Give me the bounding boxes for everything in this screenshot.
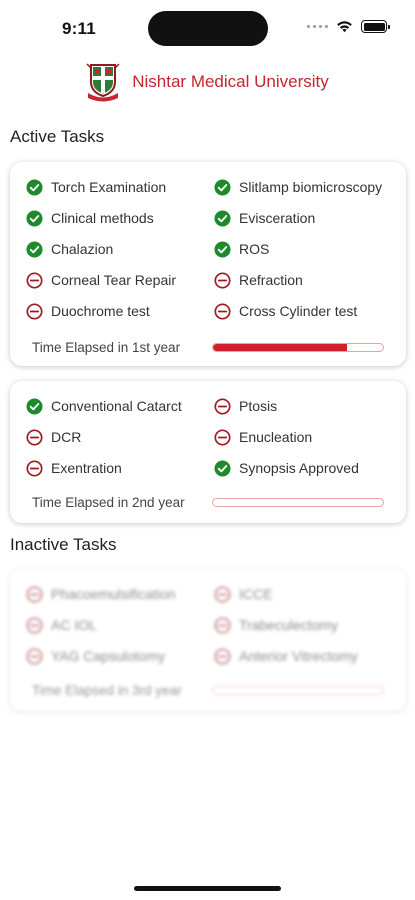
task-card-year-2: Conventional Catarct Ptosis DCR Enucleation… [10, 381, 406, 523]
task-label: Duochrome test [51, 303, 150, 319]
active-tasks-title: Active Tasks [10, 127, 105, 146]
task-label: ROS [239, 241, 270, 257]
task-label: Phacoemulsification [51, 586, 176, 602]
task-item[interactable]: Anterior Vitrectomy [214, 647, 392, 665]
progress-row: Time Elapsed in 1st year [26, 340, 392, 355]
task-item[interactable]: AC IOL [26, 616, 214, 634]
task-label: Enucleation [239, 429, 313, 445]
task-item[interactable]: Ptosis [214, 397, 392, 415]
minus-circle-icon [26, 271, 43, 289]
check-circle-icon [214, 178, 231, 196]
check-circle-icon [26, 209, 43, 227]
task-item[interactable]: Torch Examination [26, 178, 214, 196]
task-item[interactable]: Clinical methods [26, 209, 214, 227]
inactive-tasks-title: Inactive Tasks [10, 535, 117, 554]
task-item[interactable]: Conventional Catarct [26, 397, 214, 415]
status-bar: 9:11 [0, 0, 415, 56]
task-card-year-3: Phacoemulsification ICCE AC IOL Trabeculect… [10, 569, 406, 711]
task-item[interactable]: Corneal Tear Repair [26, 271, 214, 289]
task-label: DCR [51, 429, 82, 445]
minus-circle-icon [214, 302, 231, 320]
task-label: Chalazion [51, 241, 114, 257]
minus-circle-icon [26, 647, 43, 665]
task-item[interactable]: Exentration [26, 459, 214, 477]
task-item[interactable]: DCR [26, 428, 214, 446]
task-label: Clinical methods [51, 210, 154, 226]
minus-circle-icon [26, 585, 43, 603]
app-header: Nishtar Medical University [0, 62, 415, 102]
task-label: Exentration [51, 460, 122, 476]
task-item[interactable]: Duochrome test [26, 302, 214, 320]
task-label: YAG Capsulotomy [51, 648, 166, 664]
progress-bar [212, 686, 384, 695]
dynamic-island [148, 11, 268, 46]
progress-label: Time Elapsed in 2nd year [32, 495, 185, 510]
task-label: Conventional Catarct [51, 398, 182, 414]
minus-circle-icon [214, 271, 231, 289]
check-circle-icon [26, 240, 43, 258]
progress-row: Time Elapsed in 3rd year [26, 683, 392, 698]
task-item[interactable]: Slitlamp biomicroscopy [214, 178, 392, 196]
progress-bar [212, 498, 384, 507]
task-label: Refraction [239, 272, 303, 288]
task-item[interactable]: YAG Capsulotomy [26, 647, 214, 665]
task-label: Ptosis [239, 398, 278, 414]
minus-circle-icon [214, 585, 231, 603]
task-label: Cross Cylinder test [239, 303, 358, 319]
progress-bar-fill [213, 344, 348, 351]
minus-circle-icon [26, 302, 43, 320]
task-label: Anterior Vitrectomy [239, 648, 358, 664]
progress-label: Time Elapsed in 1st year [32, 340, 181, 355]
task-item[interactable]: Evisceration [214, 209, 392, 227]
status-time: 9:11 [62, 19, 96, 38]
task-item[interactable]: Enucleation [214, 428, 392, 446]
task-card-year-1: Torch Examination Slitlamp biomicroscopy C… [10, 162, 406, 366]
task-label: Synopsis Approved [239, 460, 359, 476]
check-circle-icon [214, 240, 231, 258]
task-label: ICCE [239, 586, 273, 602]
check-circle-icon [214, 209, 231, 227]
battery-icon [361, 20, 390, 33]
task-grid: Torch Examination Slitlamp biomicroscopy C… [26, 178, 392, 320]
minus-circle-icon [214, 616, 231, 634]
task-grid: Conventional Catarct Ptosis DCR Enucleation… [26, 397, 392, 477]
task-item[interactable]: Refraction [214, 271, 392, 289]
minus-circle-icon [26, 459, 43, 477]
progress-label: Time Elapsed in 3rd year [32, 683, 182, 698]
minus-circle-icon [214, 397, 231, 415]
progress-row: Time Elapsed in 2nd year [26, 495, 392, 510]
task-label: Trabeculectomy [239, 617, 339, 633]
wifi-icon [337, 21, 352, 33]
task-label: Slitlamp biomicroscopy [239, 179, 383, 195]
minus-circle-icon [26, 616, 43, 634]
minus-circle-icon [214, 428, 231, 446]
status-icons [307, 20, 390, 33]
minus-circle-icon [26, 428, 43, 446]
task-label: Torch Examination [51, 179, 167, 195]
task-grid: Phacoemulsification ICCE AC IOL Trabeculect… [26, 585, 392, 665]
task-item[interactable]: Trabeculectomy [214, 616, 392, 634]
check-circle-icon [26, 397, 43, 415]
check-circle-icon [214, 459, 231, 477]
task-item[interactable]: Cross Cylinder test [214, 302, 392, 320]
task-label: Corneal Tear Repair [51, 272, 177, 288]
cellular-signal-icon [307, 25, 328, 28]
task-item[interactable]: ROS [214, 240, 392, 258]
home-indicator [134, 886, 281, 891]
task-label: AC IOL [51, 617, 97, 633]
minus-circle-icon [214, 647, 231, 665]
university-name: Nishtar Medical University [132, 72, 329, 91]
check-circle-icon [26, 178, 43, 196]
task-item[interactable]: Chalazion [26, 240, 214, 258]
university-logo [86, 63, 120, 102]
progress-bar [212, 343, 384, 352]
task-label: Evisceration [239, 210, 316, 226]
task-item[interactable]: Synopsis Approved [214, 459, 392, 477]
task-item[interactable]: ICCE [214, 585, 392, 603]
task-item[interactable]: Phacoemulsification [26, 585, 214, 603]
